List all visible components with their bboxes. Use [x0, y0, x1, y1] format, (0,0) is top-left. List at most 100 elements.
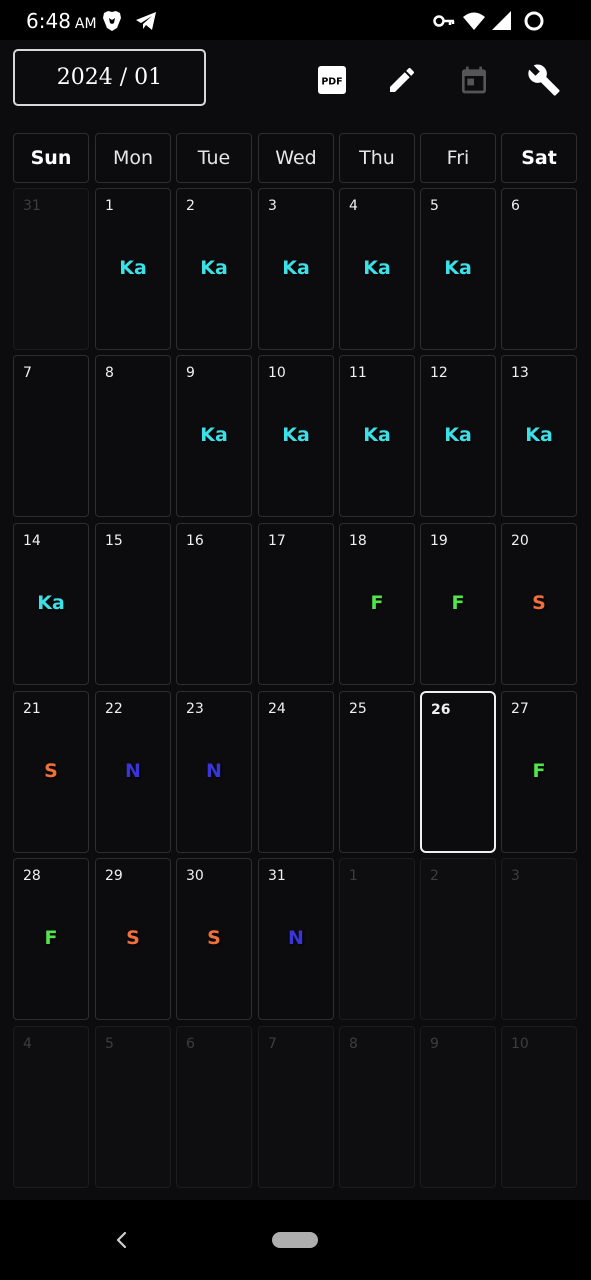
day-number: 6 — [511, 198, 520, 214]
weekday-header-wed: Wed — [258, 133, 334, 183]
weekday-header-tue: Tue — [176, 133, 252, 183]
shift-label: S — [44, 760, 58, 782]
day-cell[interactable]: 20 S — [501, 523, 577, 685]
day-cell[interactable]: 25 — [339, 691, 415, 853]
day-number: 15 — [105, 533, 123, 549]
wrench-icon — [528, 64, 560, 96]
shift-label: Ka — [444, 424, 472, 446]
pdf-icon-label: PDF — [321, 77, 342, 88]
day-number: 12 — [430, 365, 448, 381]
settings-button[interactable] — [524, 60, 564, 100]
day-number: 5 — [430, 198, 439, 214]
day-cell[interactable]: 5 — [95, 1026, 171, 1188]
day-cell[interactable]: 15 — [95, 523, 171, 685]
shift-label: Ka — [525, 424, 553, 446]
day-cell[interactable]: 29 S — [95, 858, 171, 1020]
day-cell[interactable]: 27 F — [501, 691, 577, 853]
day-cell[interactable]: 31 N — [258, 858, 334, 1020]
pdf-icon: PDF — [318, 66, 346, 94]
day-cell[interactable]: 7 — [13, 355, 89, 517]
day-cell[interactable]: 8 — [339, 1026, 415, 1188]
day-number: 8 — [349, 1036, 358, 1052]
day-number: 9 — [186, 365, 195, 381]
shift-label: F — [370, 592, 384, 614]
day-cell[interactable]: 9 — [420, 1026, 496, 1188]
weekday-header-sat: Sat — [501, 133, 577, 183]
day-cell[interactable]: 6 — [176, 1026, 252, 1188]
shift-label: Ka — [363, 424, 391, 446]
day-cell[interactable]: 21 S — [13, 691, 89, 853]
day-number: 27 — [511, 701, 529, 717]
day-number: 21 — [23, 701, 41, 717]
day-cell[interactable]: 30 S — [176, 858, 252, 1020]
status-bar: 6:48 AM — [0, 0, 591, 40]
day-cell[interactable]: 31 — [13, 188, 89, 350]
shift-label: S — [532, 592, 546, 614]
shift-label: Ka — [200, 257, 228, 279]
day-cell[interactable]: 13 Ka — [501, 355, 577, 517]
brave-icon — [103, 11, 121, 31]
shift-label: F — [451, 592, 465, 614]
day-cell[interactable]: 2 — [420, 858, 496, 1020]
day-number: 23 — [186, 701, 204, 717]
day-number: 1 — [349, 868, 358, 884]
day-cell[interactable]: 3 Ka — [258, 188, 334, 350]
day-cell[interactable]: 22 N — [95, 691, 171, 853]
day-cell[interactable]: 14 Ka — [13, 523, 89, 685]
shift-label: Ka — [363, 257, 391, 279]
day-cell[interactable]: 16 — [176, 523, 252, 685]
day-cell[interactable]: 19 F — [420, 523, 496, 685]
day-cell[interactable]: 24 — [258, 691, 334, 853]
back-icon[interactable] — [110, 1228, 134, 1252]
shift-label: F — [44, 927, 58, 949]
edit-icon — [390, 67, 415, 92]
home-pill-icon[interactable] — [272, 1232, 318, 1248]
shift-label: S — [126, 927, 140, 949]
day-number: 6 — [186, 1036, 195, 1052]
weekday-header-mon: Mon — [95, 133, 171, 183]
day-number: 1 — [105, 198, 114, 214]
day-number: 17 — [268, 533, 286, 549]
day-cell[interactable]: 8 — [95, 355, 171, 517]
day-cell[interactable]: 4 — [13, 1026, 89, 1188]
day-cell[interactable]: 28 F — [13, 858, 89, 1020]
shift-label: N — [288, 927, 304, 949]
day-number: 28 — [23, 868, 41, 884]
day-cell[interactable]: 9 Ka — [176, 355, 252, 517]
day-cell[interactable]: 1 Ka — [95, 188, 171, 350]
day-cell[interactable]: 4 Ka — [339, 188, 415, 350]
day-cell[interactable]: 12 Ka — [420, 355, 496, 517]
day-number: 11 — [349, 365, 367, 381]
shift-label: N — [206, 760, 222, 782]
day-number: 20 — [511, 533, 529, 549]
day-cell[interactable]: 6 — [501, 188, 577, 350]
day-cell[interactable]: 10 Ka — [258, 355, 334, 517]
day-number: 25 — [349, 701, 367, 717]
day-cell[interactable]: 10 — [501, 1026, 577, 1188]
status-ampm: AM — [74, 16, 97, 32]
loading-icon — [524, 11, 544, 31]
day-number: 8 — [105, 365, 114, 381]
shift-calendar-app: 6:48 AM 2024 / 01 PDF Sun Mon Tue Wed Th… — [0, 0, 591, 1280]
day-number: 22 — [105, 701, 123, 717]
day-cell-today[interactable]: 26 — [420, 691, 496, 853]
day-cell[interactable]: 23 N — [176, 691, 252, 853]
day-number: 4 — [349, 198, 358, 214]
day-number: 30 — [186, 868, 204, 884]
calendar-button[interactable] — [454, 60, 494, 100]
shift-label: Ka — [37, 592, 65, 614]
day-cell[interactable]: 2 Ka — [176, 188, 252, 350]
month-selector[interactable]: 2024 / 01 — [13, 49, 206, 106]
day-cell[interactable]: 11 Ka — [339, 355, 415, 517]
day-cell[interactable]: 3 — [501, 858, 577, 1020]
shift-label: Ka — [444, 257, 472, 279]
day-cell[interactable]: 18 F — [339, 523, 415, 685]
day-cell[interactable]: 5 Ka — [420, 188, 496, 350]
pdf-export-button[interactable]: PDF — [312, 60, 352, 100]
day-cell[interactable]: 17 — [258, 523, 334, 685]
day-cell[interactable]: 1 — [339, 858, 415, 1020]
calendar-grid: Sun Mon Tue Wed Thu Fri Sat 31 1 Ka 2 Ka 3 Ka 4 Ka 5 Ka 6 7… — [0, 118, 591, 1200]
day-cell[interactable]: 7 — [258, 1026, 334, 1188]
edit-button[interactable] — [382, 60, 422, 100]
day-number: 5 — [105, 1036, 114, 1052]
